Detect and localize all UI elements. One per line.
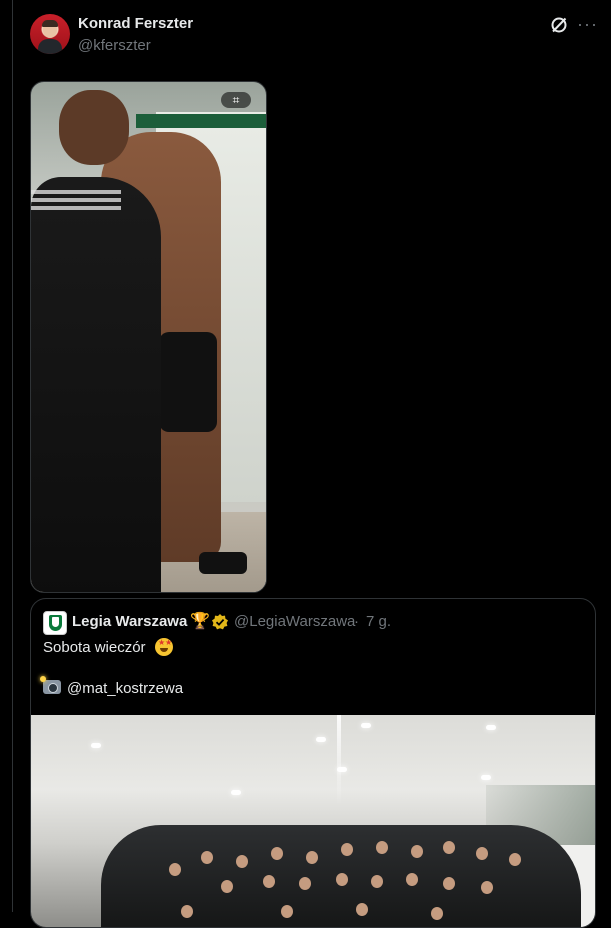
author-avatar[interactable] xyxy=(30,14,70,54)
author-handle[interactable]: @kferszter xyxy=(78,37,151,54)
more-options-icon[interactable]: ··· xyxy=(577,14,597,34)
quoted-author-avatar[interactable] xyxy=(43,611,67,635)
grok-icon[interactable] xyxy=(549,15,569,35)
author-display-name[interactable]: Konrad Ferszter xyxy=(78,15,193,32)
photographer-mention[interactable]: @mat_kostrzewa xyxy=(67,680,183,697)
quoted-author-display-name[interactable]: Legia Warszawa xyxy=(72,613,187,630)
quoted-photo[interactable] xyxy=(31,715,595,927)
camera-flash-emoji-icon xyxy=(40,676,61,694)
star-struck-emoji-icon xyxy=(155,638,173,656)
quoted-timestamp[interactable]: 7 g. xyxy=(366,613,391,630)
quoted-text: Sobota wieczór xyxy=(43,639,146,656)
quoted-author-handle[interactable]: @LegiaWarszawa xyxy=(234,613,355,630)
timestamp-separator: · xyxy=(354,613,359,630)
verified-badge-icon xyxy=(211,613,229,631)
tweet-photo[interactable]: ⌗ xyxy=(30,81,267,593)
tweet[interactable]: Konrad Ferszter @kferszter ··· ⌗ Legia W… xyxy=(13,0,611,928)
quoted-tweet-card[interactable]: Legia Warszawa 🏆 @LegiaWarszawa · 7 g. S… xyxy=(30,598,596,928)
crop-icon: ⌗ xyxy=(221,92,251,108)
trophy-icon: 🏆 xyxy=(190,613,210,630)
